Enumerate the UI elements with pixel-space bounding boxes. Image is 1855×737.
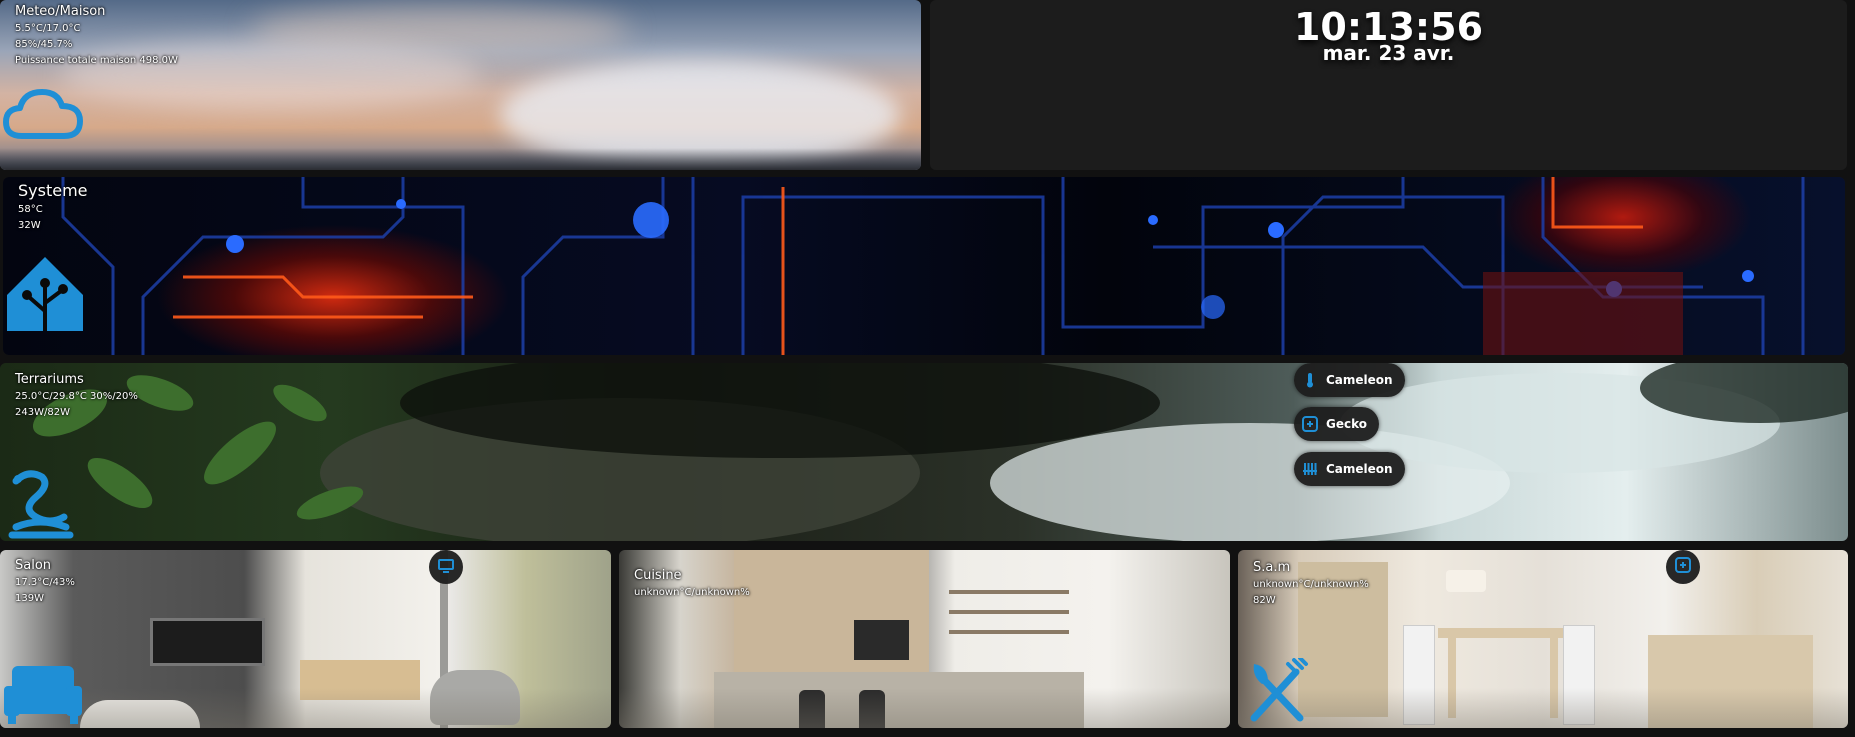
terrariums-power: 243W/82W <box>15 407 70 418</box>
meteo-card[interactable]: Meteo/Maison 5.5°C/17.0°C 85%/45.7% Puis… <box>0 0 921 170</box>
heater-icon <box>1302 461 1318 477</box>
pill-label: Gecko <box>1326 417 1368 431</box>
sofa-icon <box>2 662 84 728</box>
cuisine-temp-humidity: unknown°C/unknown% <box>634 587 750 598</box>
salon-title: Salon <box>15 558 52 573</box>
gecko-button[interactable]: Gecko <box>1294 407 1380 441</box>
cameleon-thermometer-button[interactable]: Cameleon <box>1294 363 1405 397</box>
terrariums-card[interactable]: Terrariums 25.0°C/29.8°C 30%/20% 243W/82… <box>0 363 1848 541</box>
cloud-icon <box>2 84 86 148</box>
systeme-title: Systeme <box>18 181 88 200</box>
sam-temp-humidity: unknown°C/unknown% <box>1253 579 1369 590</box>
sam-device-button[interactable] <box>1666 550 1700 584</box>
terrariums-temps-humidity: 25.0°C/29.8°C 30%/20% <box>15 391 138 402</box>
meteo-title: Meteo/Maison <box>15 4 106 19</box>
gecko-icon <box>1302 416 1318 432</box>
salon-power: 139W <box>15 593 44 604</box>
thermometer-icon <box>1302 372 1318 388</box>
systeme-temperature: 58°C <box>18 204 43 215</box>
salon-tv-button[interactable] <box>429 550 463 584</box>
systeme-power: 32W <box>18 220 41 231</box>
gecko-icon <box>1675 557 1691 577</box>
meteo-power: Puissance totale maison 498.0W <box>15 55 178 66</box>
pill-label: Cameleon <box>1326 462 1393 476</box>
clock-card: 10:13:56 mar. 23 avr. <box>930 0 1847 170</box>
salon-temp-humidity: 17.3°C/43% <box>15 577 75 588</box>
circuit-background <box>3 177 1845 355</box>
living-room-background <box>0 550 611 728</box>
television-icon <box>438 558 454 577</box>
terrariums-title: Terrariums <box>15 372 84 387</box>
cameleon-heater-button[interactable]: Cameleon <box>1294 452 1405 486</box>
sam-card[interactable]: S.a.m unknown°C/unknown% 82W <box>1238 550 1848 728</box>
cuisine-title: Cuisine <box>634 568 682 583</box>
home-assistant-icon <box>5 253 85 337</box>
meteo-temperatures: 5.5°C/17.0°C <box>15 23 81 34</box>
meteo-humidity: 85%/45.7% <box>15 39 73 50</box>
salon-card[interactable]: Salon 17.3°C/43% 139W <box>0 550 611 728</box>
river-background <box>0 363 1848 541</box>
clock-date: mar. 23 avr. <box>1322 41 1455 65</box>
sam-title: S.a.m <box>1253 560 1291 575</box>
snake-icon <box>6 467 76 541</box>
pill-label: Cameleon <box>1326 373 1393 387</box>
cuisine-card[interactable]: Cuisine unknown°C/unknown% <box>619 550 1230 728</box>
sam-power: 82W <box>1253 595 1276 606</box>
systeme-card[interactable]: Systeme 58°C 32W <box>3 177 1845 355</box>
silverware-icon <box>1244 656 1314 728</box>
